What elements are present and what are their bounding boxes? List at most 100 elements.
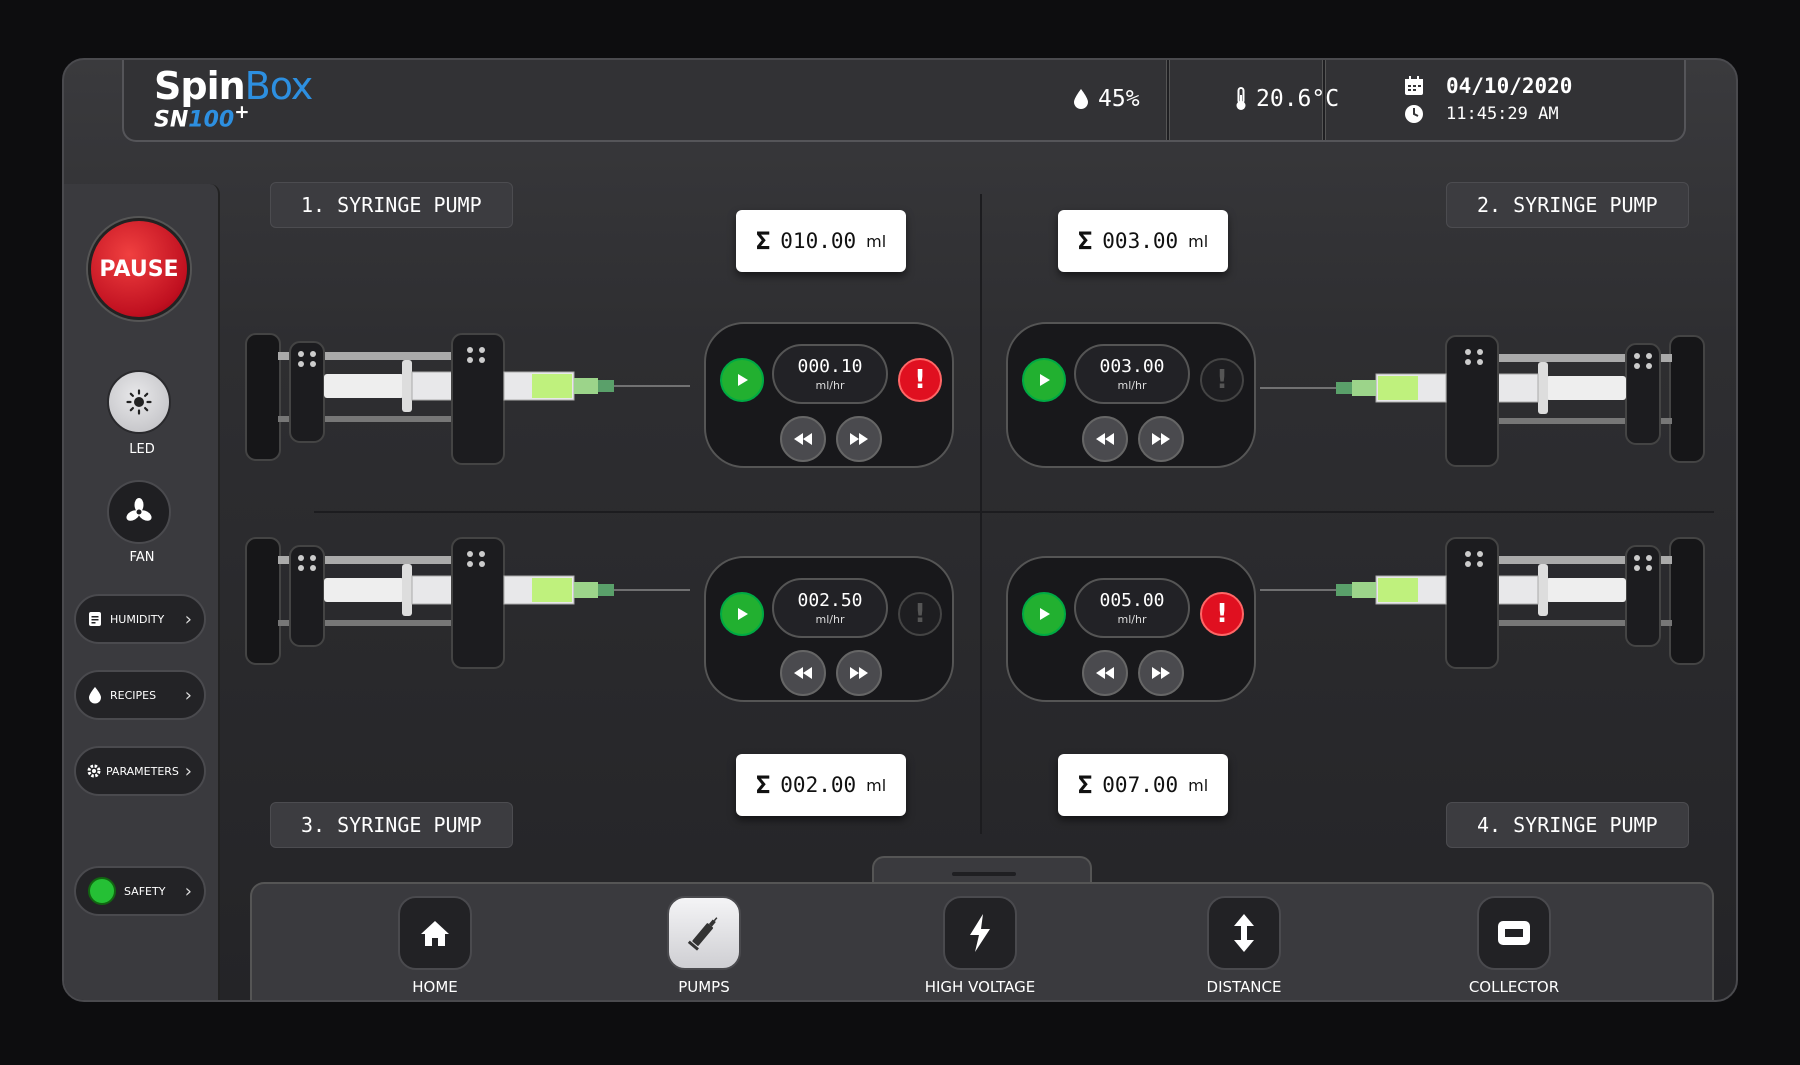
rewind-icon xyxy=(794,433,812,445)
gear-icon xyxy=(87,764,101,778)
nav-pumps[interactable]: PUMPS xyxy=(624,896,784,996)
temperature-value: 20.6°C xyxy=(1256,86,1340,112)
sidebar: PAUSE LED FAN HUMIDITY › RECIPES › PARAM… xyxy=(64,184,220,1000)
pump-4-total[interactable]: Σ 007.00 ml xyxy=(1058,754,1228,816)
humidity-menu-button[interactable]: HUMIDITY › xyxy=(74,594,206,644)
pump-1-syringe-graphic xyxy=(245,333,690,465)
recipes-menu-button[interactable]: RECIPES › xyxy=(74,670,206,720)
pump-3-syringe-graphic xyxy=(245,537,690,669)
fan-label: FAN xyxy=(129,550,155,565)
pump-4-forward-button[interactable] xyxy=(1138,650,1184,696)
pump-1-forward-button[interactable] xyxy=(836,416,882,462)
led-button[interactable] xyxy=(107,370,171,434)
clock-icon xyxy=(1405,105,1423,123)
pause-label: PAUSE xyxy=(99,256,179,282)
safety-menu-label: SAFETY xyxy=(124,884,166,898)
thermometer-icon xyxy=(1236,87,1246,110)
rate-value: 003.00 xyxy=(1099,356,1165,377)
syringe-icon xyxy=(1260,335,1705,467)
calendar-icon xyxy=(1405,76,1423,95)
alert-icon: ! xyxy=(914,599,926,629)
nav-distance[interactable]: DISTANCE xyxy=(1164,896,1324,996)
syringe-icon xyxy=(245,333,690,465)
pump-2-rate-display[interactable]: 003.00 ml/hr xyxy=(1074,344,1190,404)
pump-1-rewind-button[interactable] xyxy=(780,416,826,462)
nav-distance-label: DISTANCE xyxy=(1206,978,1282,996)
time-value: 11:45:29 AM xyxy=(1446,104,1559,124)
model-plus: + xyxy=(234,102,250,123)
pump-2-label: 2. SYRINGE PUMP xyxy=(1446,182,1689,228)
rate-value: 000.10 xyxy=(797,356,863,377)
fast-forward-icon xyxy=(1152,667,1170,679)
grip-icon xyxy=(952,872,1016,876)
parameters-menu-button[interactable]: PARAMETERS › xyxy=(74,746,206,796)
collector-icon xyxy=(1498,921,1530,945)
pump-3-total[interactable]: Σ 002.00 ml xyxy=(736,754,906,816)
sigma-icon: Σ xyxy=(1077,227,1093,255)
quadrant-divider-horizontal xyxy=(314,511,1714,513)
nav-collector[interactable]: COLLECTOR xyxy=(1434,896,1594,996)
logo: SpinBox SN100+ xyxy=(154,64,314,133)
safety-menu-button[interactable]: SAFETY › xyxy=(74,866,206,916)
total-value: 003.00 xyxy=(1102,229,1179,253)
pump-1-alert-button[interactable]: ! xyxy=(898,358,942,402)
nav-pumps-label: PUMPS xyxy=(678,978,730,996)
pump-4-controls: 005.00 ml/hr ! xyxy=(1006,556,1256,702)
syringe-icon xyxy=(245,537,690,669)
rewind-icon xyxy=(1096,433,1114,445)
total-value: 010.00 xyxy=(780,229,857,253)
sigma-icon: Σ xyxy=(755,227,771,255)
pump-3-play-button[interactable] xyxy=(720,592,764,636)
rate-unit: ml/hr xyxy=(815,613,845,626)
pump-1-rate-display[interactable]: 000.10 ml/hr xyxy=(772,344,888,404)
pump-3-forward-button[interactable] xyxy=(836,650,882,696)
pump-4-rewind-button[interactable] xyxy=(1082,650,1128,696)
nav-high-voltage-button[interactable] xyxy=(943,896,1017,970)
nav-high-voltage[interactable]: HIGH VOLTAGE xyxy=(900,896,1060,996)
pump-4-rate-display[interactable]: 005.00 ml/hr xyxy=(1074,578,1190,638)
play-icon xyxy=(738,608,748,620)
nav-distance-button[interactable] xyxy=(1207,896,1281,970)
pump-1-controls: 000.10 ml/hr ! xyxy=(704,322,954,468)
fast-forward-icon xyxy=(1152,433,1170,445)
syringe-icon xyxy=(687,917,718,951)
pump-3-alert-button[interactable]: ! xyxy=(898,592,942,636)
pump-2-total[interactable]: Σ 003.00 ml xyxy=(1058,210,1228,272)
pump-2-forward-button[interactable] xyxy=(1138,416,1184,462)
pump-4-syringe-graphic xyxy=(1260,537,1705,669)
fan-button[interactable] xyxy=(107,480,171,544)
sun-icon xyxy=(126,389,152,415)
pump-4-alert-button[interactable]: ! xyxy=(1200,592,1244,636)
nav-collector-button[interactable] xyxy=(1477,896,1551,970)
play-icon xyxy=(738,374,748,386)
humidity-value: 45% xyxy=(1098,86,1140,112)
nav-collector-label: COLLECTOR xyxy=(1468,978,1560,996)
nav-pumps-button[interactable] xyxy=(667,896,741,970)
droplet-icon xyxy=(89,687,101,704)
model-number: 100 xyxy=(188,107,235,133)
syringe-icon xyxy=(1260,537,1705,669)
pump-1-play-button[interactable] xyxy=(720,358,764,402)
chevron-right-icon: › xyxy=(184,760,192,782)
pause-button[interactable]: PAUSE xyxy=(88,218,190,320)
lightning-icon xyxy=(970,914,990,952)
nav-home-button[interactable] xyxy=(398,896,472,970)
pump-2-alert-button[interactable]: ! xyxy=(1200,358,1244,402)
rate-unit: ml/hr xyxy=(1117,379,1147,392)
pump-3-rate-display[interactable]: 002.50 ml/hr xyxy=(772,578,888,638)
nav-home[interactable]: HOME xyxy=(355,896,515,996)
rewind-icon xyxy=(794,667,812,679)
pump-3-controls: 002.50 ml/hr ! xyxy=(704,556,954,702)
total-value: 007.00 xyxy=(1102,773,1179,797)
nav-high-voltage-label: HIGH VOLTAGE xyxy=(924,978,1036,996)
fan-icon xyxy=(126,498,152,521)
total-unit: ml xyxy=(1188,231,1209,251)
brand-box: Box xyxy=(244,64,314,108)
alert-icon: ! xyxy=(914,365,926,395)
rate-value: 002.50 xyxy=(797,590,863,611)
pump-4-play-button[interactable] xyxy=(1022,592,1066,636)
pump-2-rewind-button[interactable] xyxy=(1082,416,1128,462)
pump-2-play-button[interactable] xyxy=(1022,358,1066,402)
pump-1-total[interactable]: Σ 010.00 ml xyxy=(736,210,906,272)
pump-3-rewind-button[interactable] xyxy=(780,650,826,696)
